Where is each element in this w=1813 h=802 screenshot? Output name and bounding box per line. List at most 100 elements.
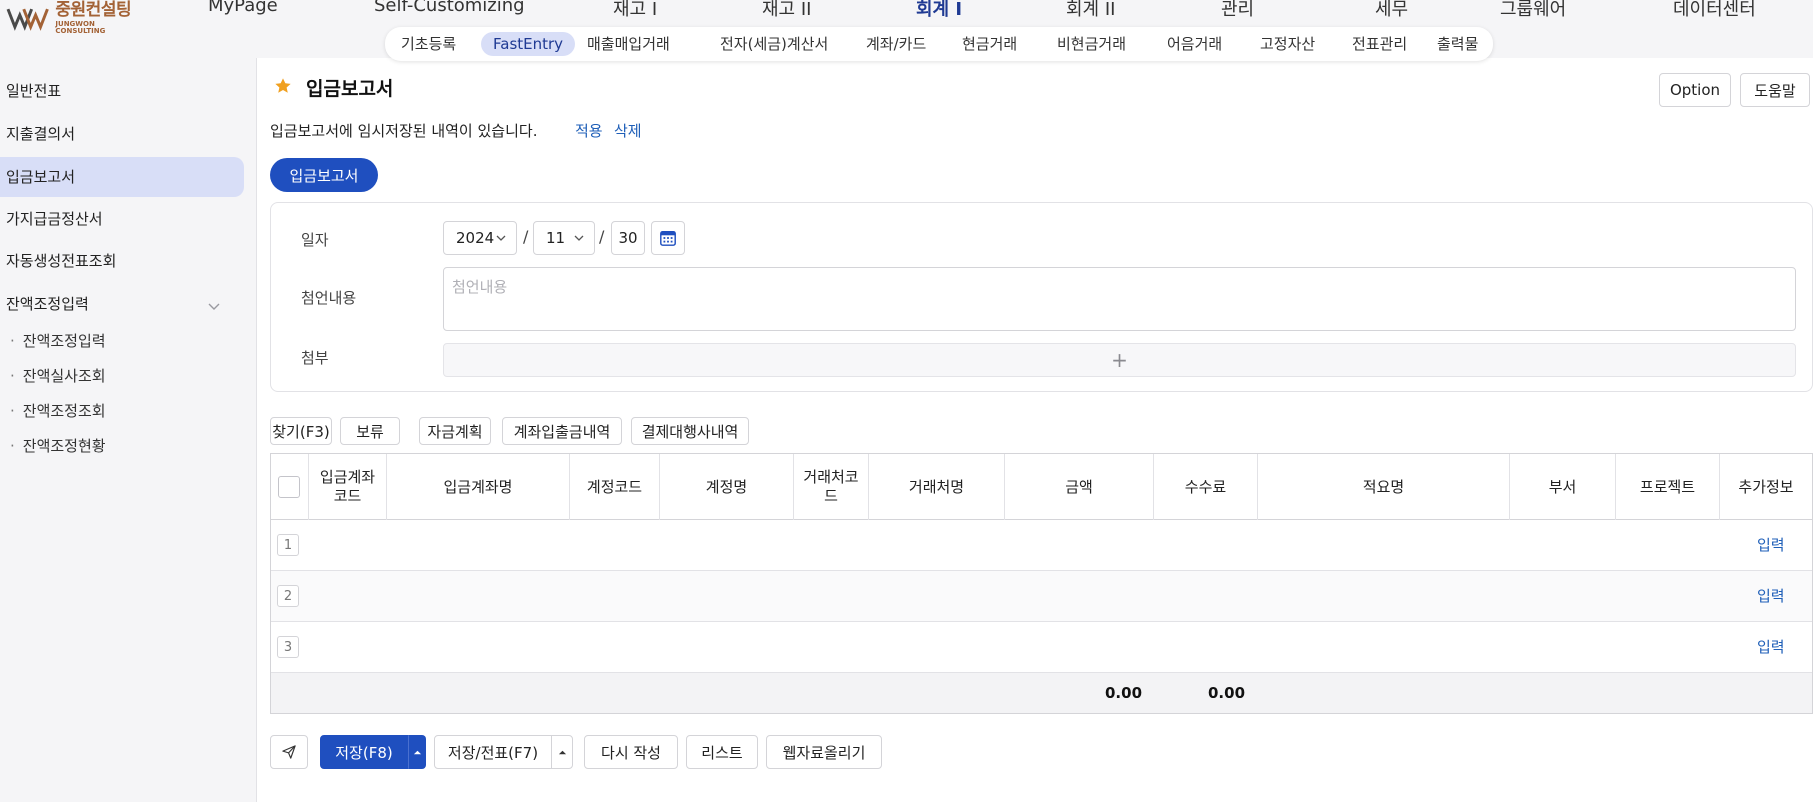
deposit-grid: 입금계좌 코드 입금계좌명 계정코드 계정명 거래처코 드 거래처명 금액 수수… — [270, 453, 1813, 714]
table-row[interactable]: 3 입력 — [271, 622, 1812, 673]
row-extra-info-link[interactable]: 입력 — [1757, 534, 1785, 555]
column-header[interactable]: 입금계좌명 — [387, 454, 570, 520]
select-all-checkbox[interactable] — [278, 476, 300, 498]
column-header[interactable]: 적요명 — [1258, 454, 1510, 520]
main-menu-self-customizing[interactable]: Self-Customizing — [374, 0, 525, 16]
year-value: 2024 — [456, 229, 495, 247]
month-select[interactable]: 11 — [533, 221, 595, 255]
attach-label: 첨부 — [301, 349, 329, 367]
top-navigation-bar: 중원컨설팅 JUNGWON CONSULTING MyPage Self-Cus… — [0, 0, 1813, 61]
table-row[interactable]: 2 입력 — [271, 571, 1812, 622]
main-menu-mypage[interactable]: MyPage — [208, 0, 278, 16]
calendar-icon — [660, 230, 676, 246]
main-menu-inventory-1[interactable]: 재고 I — [613, 0, 657, 21]
send-button[interactable] — [270, 735, 308, 769]
column-header[interactable]: 프로젝트 — [1616, 454, 1720, 520]
column-header[interactable]: 부서 — [1510, 454, 1616, 520]
help-button[interactable]: 도움말 — [1740, 73, 1810, 107]
list-button[interactable]: 리스트 — [686, 735, 758, 769]
sidebar-subitem-balance-audit-inquiry[interactable]: · 잔액실사조회 — [10, 365, 106, 386]
main-menu-tax[interactable]: 세무 — [1375, 0, 1408, 21]
sidebar-item-general-slip[interactable]: 일반전표 — [6, 80, 61, 101]
column-header[interactable]: 입금계좌 코드 — [309, 454, 387, 520]
attach-add-button[interactable]: + — [443, 343, 1796, 377]
total-fee: 0.00 — [1208, 684, 1246, 702]
entry-form: 일자 2024 / 11 / 30 첨언내용 첨언내용 첨부 + — [270, 202, 1813, 392]
delete-link[interactable]: 삭제 — [614, 120, 642, 141]
favorite-star-icon[interactable] — [274, 77, 292, 95]
column-header[interactable]: 수수료 — [1154, 454, 1258, 520]
sub-tab-noncash-transaction[interactable]: 비현금거래 — [1045, 32, 1138, 56]
main-menu-accounting-2[interactable]: 회계 II — [1066, 0, 1115, 21]
caret-up-icon — [413, 750, 421, 754]
hold-button[interactable]: 보류 — [340, 417, 400, 445]
sub-tab-cash-transaction[interactable]: 현금거래 — [950, 32, 1029, 56]
calendar-button[interactable] — [651, 221, 685, 255]
column-header[interactable]: 거래처명 — [869, 454, 1005, 520]
find-button[interactable]: 찾기(F3) — [270, 417, 332, 445]
chevron-down-icon[interactable] — [208, 300, 220, 312]
year-select[interactable]: 2024 — [443, 221, 517, 255]
sidebar-item-expense-resolution[interactable]: 지출결의서 — [6, 123, 75, 144]
sidebar-item-auto-slip-inquiry[interactable]: 자동생성전표조회 — [6, 250, 116, 271]
web-upload-button[interactable]: 웹자료올리기 — [766, 735, 882, 769]
sidebar-subitem-balance-adjust-inquiry[interactable]: · 잔액조정조회 — [10, 400, 106, 421]
column-header[interactable]: 거래처코 드 — [794, 454, 869, 520]
total-amount: 0.00 — [1105, 684, 1143, 702]
sidebar-subitem-balance-adjust-input[interactable]: · 잔액조정입력 — [10, 330, 106, 351]
payment-agency-button[interactable]: 결제대행사내역 — [631, 417, 749, 445]
save-slip-dropdown-button[interactable] — [551, 735, 573, 769]
date-separator: / — [599, 227, 605, 246]
temp-save-notice: 입금보고서에 임시저장된 내역이 있습니다. — [270, 122, 538, 140]
main-menu-inventory-2[interactable]: 재고 II — [762, 0, 811, 21]
save-dropdown-button[interactable] — [408, 735, 426, 769]
sub-tab-sales-purchase[interactable]: 매출매입거래 — [575, 32, 682, 56]
row-number: 3 — [277, 636, 299, 658]
column-header[interactable]: 금액 — [1005, 454, 1154, 520]
rewrite-button[interactable]: 다시 작성 — [584, 735, 678, 769]
option-button[interactable]: Option — [1659, 73, 1731, 107]
sub-tab-slip-management[interactable]: 전표관리 — [1340, 32, 1419, 56]
table-row[interactable]: 1 입력 — [271, 520, 1812, 571]
page-title: 입금보고서 — [306, 78, 394, 100]
save-slip-button[interactable]: 저장/전표(F7) — [434, 735, 552, 769]
sidebar-item-balance-adjust-group[interactable]: 잔액조정입력 — [6, 293, 89, 314]
account-transactions-button[interactable]: 계좌입출금내역 — [502, 417, 622, 445]
main-menu-groupware[interactable]: 그룹웨어 — [1500, 0, 1566, 21]
apply-link[interactable]: 적용 — [575, 120, 603, 141]
main-menu-management[interactable]: 관리 — [1221, 0, 1254, 21]
fund-plan-button[interactable]: 자금계획 — [419, 417, 491, 445]
sub-tab-basic-registration[interactable]: 기초등록 — [389, 32, 468, 56]
sidebar-subitem-label: 잔액조정조회 — [22, 402, 106, 420]
sub-tab-fixed-assets[interactable]: 고정자산 — [1248, 32, 1327, 56]
deposit-report-pill-tab[interactable]: 입금보고서 — [270, 158, 378, 192]
sidebar: 일반전표 지출결의서 입금보고서 가지급금정산서 자동생성전표조회 잔액조정입력… — [0, 58, 257, 802]
row-extra-info-link[interactable]: 입력 — [1757, 636, 1785, 657]
sub-tab-printouts[interactable]: 출력물 — [1425, 32, 1490, 56]
day-input[interactable]: 30 — [611, 221, 645, 255]
main-menu-accounting-1[interactable]: 회계 I — [916, 0, 962, 21]
row-number: 2 — [277, 585, 299, 607]
sidebar-item-advance-settlement[interactable]: 가지급금정산서 — [6, 208, 103, 229]
sub-tab-bill-transaction[interactable]: 어음거래 — [1155, 32, 1234, 56]
sub-tab-account-card[interactable]: 계좌/카드 — [854, 32, 938, 56]
main-menu-data-center[interactable]: 데이터센터 — [1673, 0, 1756, 21]
select-all-column — [271, 454, 309, 520]
save-button[interactable]: 저장(F8) — [320, 735, 408, 769]
sidebar-subitem-balance-adjust-status[interactable]: · 잔액조정현황 — [10, 435, 106, 456]
column-header[interactable]: 추가정보 — [1720, 454, 1812, 520]
month-value: 11 — [546, 229, 566, 247]
memo-label: 첨언내용 — [301, 289, 357, 307]
sub-tab-bar: 기초등록 FastEntry 매출매입거래 전자(세금)계산서 계좌/카드 현금… — [385, 27, 1493, 61]
caret-up-icon — [558, 750, 566, 754]
sidebar-subitem-label: 잔액조정현황 — [22, 437, 106, 455]
sidebar-item-deposit-report[interactable]: 입금보고서 — [6, 166, 75, 187]
row-extra-info-link[interactable]: 입력 — [1757, 585, 1785, 606]
memo-textarea[interactable]: 첨언내용 — [443, 267, 1796, 331]
chevron-down-icon — [496, 235, 506, 241]
column-header[interactable]: 계정코드 — [570, 454, 660, 520]
column-header[interactable]: 계정명 — [660, 454, 794, 520]
main-content: 입금보고서 Option 도움말 입금보고서에 임시저장된 내역이 있습니다. … — [258, 58, 1813, 802]
sub-tab-fastentry[interactable]: FastEntry — [481, 32, 576, 56]
sub-tab-e-invoice[interactable]: 전자(세금)계산서 — [708, 32, 840, 56]
